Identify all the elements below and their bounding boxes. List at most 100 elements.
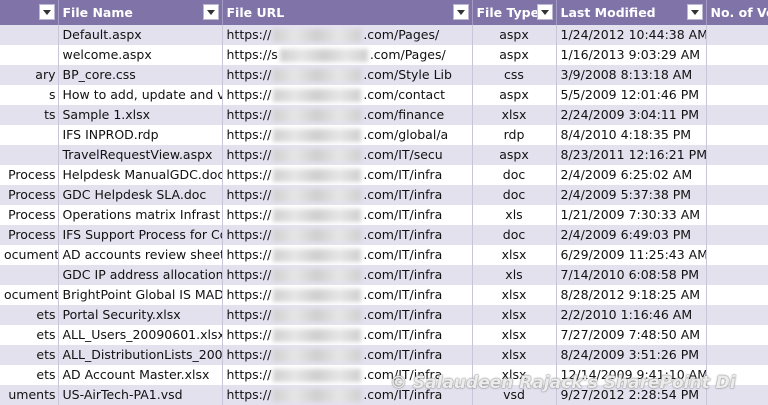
cell-title[interactable]: ts: [0, 105, 59, 125]
cell-last-modified[interactable]: 2/4/2009 6:49:03 PM: [556, 225, 707, 245]
cell-versions[interactable]: [706, 125, 768, 145]
filter-dropdown-icon[interactable]: [452, 4, 469, 20]
cell-file-type[interactable]: xlsx: [472, 245, 557, 265]
cell-file-name[interactable]: GDC Helpdesk SLA.doc: [58, 185, 223, 205]
cell-last-modified[interactable]: 7/14/2010 6:08:58 PM: [556, 265, 707, 285]
cell-versions[interactable]: [706, 325, 768, 345]
cell-last-modified[interactable]: 2/4/2009 6:25:02 AM: [556, 165, 707, 185]
filter-dropdown-icon[interactable]: [536, 4, 553, 20]
cell-file-type[interactable]: aspx: [472, 85, 557, 105]
cell-last-modified[interactable]: 7/27/2009 7:48:50 AM: [556, 325, 707, 345]
cell-file-type[interactable]: doc: [472, 185, 557, 205]
cell-title[interactable]: ets: [0, 325, 59, 345]
cell-last-modified[interactable]: 1/21/2009 7:30:33 AM: [556, 205, 707, 225]
cell-title[interactable]: Process: [0, 185, 59, 205]
cell-versions[interactable]: [706, 305, 768, 325]
cell-versions[interactable]: [706, 205, 768, 225]
table-row[interactable]: ocumentsBrightPoint Global IS MADhttps:/…: [0, 285, 768, 305]
table-row[interactable]: s How to add, update and v https:// .com/co…: [0, 85, 768, 105]
cell-title[interactable]: s: [0, 85, 59, 105]
cell-file-name[interactable]: ALL_Users_20090601.xlsx: [58, 325, 223, 345]
cell-file-url[interactable]: https:// .com/Pages/: [222, 25, 473, 45]
cell-file-name[interactable]: IFS Support Process for Co: [58, 225, 223, 245]
cell-file-url[interactable]: https:// .com/IT/infra: [222, 285, 473, 305]
cell-file-url[interactable]: https:// .com/contact: [222, 85, 473, 105]
cell-last-modified[interactable]: 8/24/2009 3:51:26 PM: [556, 345, 707, 365]
cell-last-modified[interactable]: 2/2/2010 1:16:46 AM: [556, 305, 707, 325]
cell-file-url[interactable]: https:// .com/finance: [222, 105, 473, 125]
cell-file-type[interactable]: doc: [472, 165, 557, 185]
cell-file-url[interactable]: https:// .com/IT/infra: [222, 265, 473, 285]
cell-file-url[interactable]: https://s .com/Pages/: [222, 45, 473, 65]
cell-versions[interactable]: [706, 245, 768, 265]
cell-file-name[interactable]: ALL_DistributionLists_200: [58, 345, 223, 365]
cell-title[interactable]: [0, 125, 59, 145]
cell-last-modified[interactable]: 2/24/2009 3:04:11 PM: [556, 105, 707, 125]
table-row[interactable]: Process GDC Helpdesk SLA.doc https:// .com/…: [0, 185, 768, 205]
cell-versions[interactable]: [706, 145, 768, 165]
cell-last-modified[interactable]: 1/16/2013 9:03:29 AM: [556, 45, 707, 65]
table-row[interactable]: GDC IP address allocation https:// .com/IT…: [0, 265, 768, 285]
cell-title[interactable]: ets: [0, 305, 59, 325]
cell-file-url[interactable]: https:// .com/IT/infra: [222, 325, 473, 345]
cell-title[interactable]: ary: [0, 65, 59, 85]
cell-file-name[interactable]: AD accounts review sheet: [58, 245, 223, 265]
table-row[interactable]: Process Helpdesk ManualGDC.doc https:// .co…: [0, 165, 768, 185]
cell-file-name[interactable]: Sample 1.xlsx: [58, 105, 223, 125]
cell-file-name[interactable]: BP_core.css: [58, 65, 223, 85]
cell-title[interactable]: uments: [0, 385, 59, 405]
cell-file-type[interactable]: xlsx: [472, 325, 557, 345]
table-row[interactable]: ary BP_core.css https:// .com/Style Lib css 3…: [0, 65, 768, 85]
filter-dropdown-icon[interactable]: [202, 4, 219, 20]
cell-file-type[interactable]: doc: [472, 225, 557, 245]
cell-file-name[interactable]: GDC IP address allocation: [58, 265, 223, 285]
cell-versions[interactable]: [706, 25, 768, 45]
table-row[interactable]: ets ALL_DistributionLists_200 https:// .com…: [0, 345, 768, 365]
cell-file-type[interactable]: aspx: [472, 25, 557, 45]
cell-file-type[interactable]: xlsx: [472, 105, 557, 125]
cell-last-modified[interactable]: 8/28/2012 9:18:25 AM: [556, 285, 707, 305]
cell-file-type[interactable]: rdp: [472, 125, 557, 145]
cell-versions[interactable]: [706, 185, 768, 205]
table-row[interactable]: welcome.aspx https://s .com/Pages/aspx 1/16…: [0, 45, 768, 65]
cell-versions[interactable]: [706, 345, 768, 365]
table-row[interactable]: ets Portal Security.xlsx https:// .com/IT/i…: [0, 305, 768, 325]
cell-file-type[interactable]: xlsx: [472, 345, 557, 365]
cell-versions[interactable]: [706, 105, 768, 125]
cell-versions[interactable]: [706, 45, 768, 65]
cell-versions[interactable]: [706, 165, 768, 185]
cell-last-modified[interactable]: 5/5/2009 12:01:46 PM: [556, 85, 707, 105]
cell-file-name[interactable]: Default.aspx: [58, 25, 223, 45]
cell-file-name[interactable]: Helpdesk ManualGDC.doc: [58, 165, 223, 185]
cell-file-url[interactable]: https:// .com/IT/infra: [222, 345, 473, 365]
cell-file-name[interactable]: BrightPoint Global IS MAD: [58, 285, 223, 305]
cell-file-name[interactable]: welcome.aspx: [58, 45, 223, 65]
cell-versions[interactable]: [706, 265, 768, 285]
cell-title[interactable]: [0, 45, 59, 65]
cell-title[interactable]: Process: [0, 225, 59, 245]
cell-file-url[interactable]: https:// .com/IT/infra: [222, 165, 473, 185]
cell-versions[interactable]: [706, 225, 768, 245]
cell-file-url[interactable]: https:// .com/IT/infra: [222, 225, 473, 245]
table-row[interactable]: TravelRequestView.aspx https:// .com/IT/se…: [0, 145, 768, 165]
cell-title[interactable]: Process: [0, 165, 59, 185]
cell-file-name[interactable]: Operations matrix Infrast: [58, 205, 223, 225]
cell-file-type[interactable]: xlsx: [472, 285, 557, 305]
table-row[interactable]: Default.aspx https:// .com/Pages/aspx 1/24/…: [0, 25, 768, 45]
cell-versions[interactable]: [706, 85, 768, 105]
cell-file-name[interactable]: How to add, update and v: [58, 85, 223, 105]
cell-file-url[interactable]: https:// .com/Style Lib: [222, 65, 473, 85]
cell-versions[interactable]: [706, 65, 768, 85]
filter-dropdown-icon[interactable]: [38, 4, 55, 20]
cell-file-url[interactable]: https:// .com/IT/infra: [222, 245, 473, 265]
cell-file-type[interactable]: aspx: [472, 145, 557, 165]
cell-file-name[interactable]: AD Account Master.xlsx: [58, 365, 223, 385]
cell-file-url[interactable]: https:// .com/global/a: [222, 125, 473, 145]
cell-last-modified[interactable]: 6/29/2009 11:25:43 AM: [556, 245, 707, 265]
cell-file-name[interactable]: Portal Security.xlsx: [58, 305, 223, 325]
table-row[interactable]: ocumentsAD accounts review sheethttps://…: [0, 245, 768, 265]
cell-file-type[interactable]: xlsx: [472, 305, 557, 325]
cell-title[interactable]: [0, 25, 59, 45]
table-row[interactable]: Process IFS Support Process for Co https:/…: [0, 225, 768, 245]
cell-file-url[interactable]: https:// .com/IT/infra: [222, 185, 473, 205]
